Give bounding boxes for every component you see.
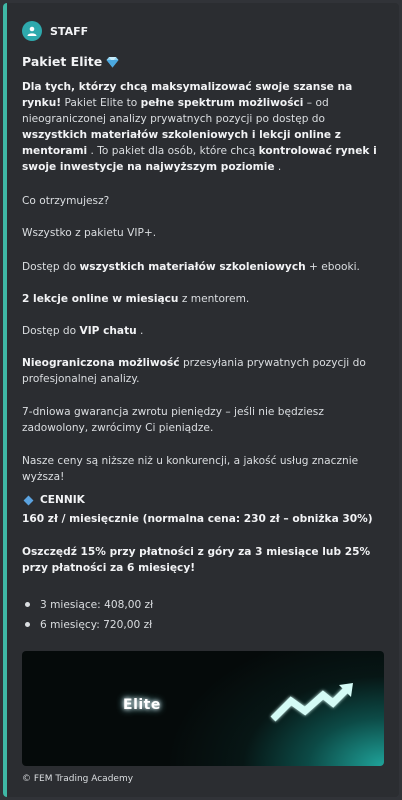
benefit-materials-text-2: + ebooki. [305,261,360,273]
intro-text-3: . To pakiet dla osób, które chcą [87,145,259,157]
benefit-guarantee: 7-dniowa gwarancja zwrotu pieniędzy – je… [22,406,324,434]
benefit-vip-chat-text-1: Dostęp do [22,325,80,337]
intro-paragraph: Dla tych, którzy chcą maksymalizować swo… [22,79,384,175]
banner-text: Elite [123,697,161,713]
author-avatar[interactable] [22,21,42,41]
benefit-vip-chat-bold: VIP chatu [79,325,137,337]
trend-arrow-icon [270,683,353,722]
benefit-vip-chat: Dostęp do VIP chatu . [22,323,384,339]
user-icon [27,26,37,36]
price-item-text: 3 miesiące: 408,00 zł [40,599,154,611]
benefit-materials-text-1: Dostęp do [22,261,80,273]
embed-footer: © FEM Trading Academy [22,774,134,784]
closing-text: Nasze ceny są niższe niż u konkurencji, … [22,455,359,483]
pricing-heading: CENNIK [22,494,85,506]
benefit-lessons-text: z mentorem. [178,293,250,305]
embed-author: STAFF [22,20,88,42]
author-name[interactable]: STAFF [50,25,88,38]
price-item: 6 miesięcy: 720,00 zł [22,617,153,637]
embed-card: STAFF Pakiet Elite Dla tych, którzy chcą… [3,3,399,797]
price-item-text: 6 miesięcy: 720,00 zł [40,619,153,631]
intro-bold-2: pełne spektrum możliwości [140,97,304,109]
benefit-vip-plus: Wszystko z pakietu VIP+. [22,227,157,239]
benefit-vip-chat-text-2: . [136,325,144,337]
price-list: 3 miesiące: 408,00 zł 6 miesięcy: 720,00… [22,597,153,637]
gem-icon [106,56,119,67]
intro-text-4: . [274,161,282,173]
benefit-lessons: 2 lekcje online w miesiącu z mentorem. [22,291,384,307]
bullet-icon [25,602,30,607]
embed-title: Pakiet Elite [22,54,119,69]
diamond-icon [23,495,34,505]
benefit-materials-bold: wszystkich materiałów szkoleniowych [79,261,306,273]
intro-text-1: Pakiet Elite to [61,97,141,109]
monthly-price: 160 zł / miesięcznie (normalna cena: 230… [22,513,373,525]
price-item: 3 miesiące: 408,00 zł [22,597,153,617]
question-text: Co otrzymujesz? [22,195,110,207]
benefit-materials: Dostęp do wszystkich materiałów szkoleni… [22,259,384,275]
bullet-icon [25,622,30,627]
savings-text: Oszczędź 15% przy płatności z góry za 3 … [22,546,371,574]
benefit-lessons-bold: 2 lekcje online w miesiącu [22,293,179,305]
benefit-analysis: Nieograniczona możliwość przesyłania pry… [22,355,384,387]
benefit-analysis-bold: Nieograniczona możliwość [22,357,180,369]
embed-image[interactable]: Elite [22,651,384,766]
title-text: Pakiet Elite [22,54,103,69]
pricing-heading-text: CENNIK [40,494,85,506]
